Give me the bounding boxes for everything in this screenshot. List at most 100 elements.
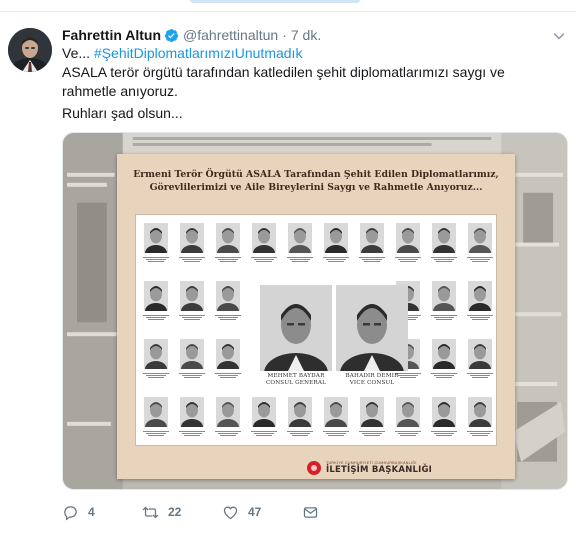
portrait-caption [213,256,243,264]
hashtag-link[interactable]: #ŞehitDiplomatlarımızıUnutmadık [94,45,303,61]
portrait-caption [177,256,207,264]
victim-portrait [180,223,204,253]
portrait-caption [393,430,423,438]
victim-portrait [252,223,276,253]
portrait-caption [213,314,243,322]
victim-portrait [288,223,312,253]
envelope-icon [303,506,318,518]
reply-button[interactable]: 4 [62,502,95,522]
featured-caption: MEHMET BAYDAR CONSUL GENERAL [256,373,336,387]
portrait-caption [249,430,279,438]
like-button[interactable]: 47 [222,502,261,522]
poster-title: Ermeni Terör Örgütü ASALA Tarafından Şeh… [125,168,507,194]
logo-title: İLETİŞİM BAŞKANLIĞI [326,465,433,475]
poster-title-line-2: Görevlilerimizi ve Aile Bireylerini Sayg… [149,182,483,193]
portrait-caption [141,430,171,438]
featured-caption: BAHADIR DEMIR VICE CONSUL [332,373,412,387]
portrait-caption [285,256,315,264]
victim-portrait [288,397,312,427]
reply-count: 4 [88,505,95,519]
tweet-text-prefix: Ve... [62,45,94,61]
portrait-caption [357,256,387,264]
retweet-count: 22 [168,505,182,519]
verified-badge-icon [164,28,179,42]
tweet-text: Ve... #ŞehitDiplomatlarımızıUnutmadık AS… [62,44,562,123]
tweet-timestamp[interactable]: 7 dk. [291,27,321,43]
presidency-emblem-icon [307,461,321,475]
previous-tweet-edge [0,0,576,12]
author-name[interactable]: Fahrettin Altun [62,27,161,43]
victim-portrait [432,339,456,369]
portrait-caption [213,430,243,438]
portrait-caption [429,314,459,322]
portrait-caption [177,372,207,380]
victim-portrait [144,281,168,311]
institution-logo: TÜRKİYE CUMHURİYETİ CUMHURBAŞKANLIĞI İLE… [307,458,432,478]
victim-portrait [468,397,492,427]
victim-portrait [432,223,456,253]
tweet-text-body: ASALA terör örgütü tarafından katledilen… [62,64,505,99]
victim-portrait [144,397,168,427]
tweet-text-closing: Ruhları şad olsun... [62,105,183,121]
direct-message-button[interactable] [302,502,319,522]
victim-portrait [468,339,492,369]
portrait-caption [141,372,171,380]
tweet-header: Fahrettin Altun @fahrettinaltun · 7 dk. [62,26,321,44]
victim-portrait [432,281,456,311]
featured-portrait [336,285,408,371]
victim-portrait [468,223,492,253]
victim-portrait [396,223,420,253]
featured-portrait [260,285,332,371]
reply-icon [64,505,77,520]
portrait-caption [141,256,171,264]
portrait-caption [321,430,351,438]
victim-portrait [144,339,168,369]
victim-portrait [324,223,348,253]
victim-portrait [252,397,276,427]
featured-role: CONSUL GENERAL [265,380,327,386]
retweet-icon [142,506,159,518]
author-handle[interactable]: @fahrettinaltun [183,27,278,43]
victim-portrait [468,281,492,311]
portrait-caption [465,430,495,438]
separator-dot: · [282,27,287,43]
portrait-caption [321,256,351,264]
poster-title-line-1: Ermeni Terör Örgütü ASALA Tarafından Şeh… [133,169,499,180]
portrait-board: MEHMET BAYDAR CONSUL GENERAL BAHADIR DEMIR… [135,214,497,446]
victim-portrait [180,397,204,427]
portrait-caption [249,256,279,264]
portrait-caption [177,314,207,322]
victim-portrait [216,281,240,311]
victim-portrait [144,223,168,253]
retweet-button[interactable]: 22 [142,502,181,522]
featured-role: VICE CONSUL [349,380,395,386]
portrait-caption [177,430,207,438]
portrait-caption [429,256,459,264]
portrait-caption [213,372,243,380]
tweet-actions: 4 22 47 [62,502,362,522]
featured-name: BAHADIR DEMIR [345,373,399,379]
tweet-image[interactable]: Ermeni Terör Örgütü ASALA Tarafından Şeh… [62,132,568,490]
victim-portrait [180,339,204,369]
portrait-caption [429,372,459,380]
tweet[interactable]: Fahrettin Altun @fahrettinaltun · 7 dk. … [0,12,576,535]
victim-portrait [216,339,240,369]
like-count: 47 [248,505,262,519]
victim-portrait [216,223,240,253]
victim-portrait [324,397,348,427]
memorial-poster: Ermeni Terör Örgütü ASALA Tarafından Şeh… [117,154,515,479]
featured-name: MEHMET BAYDAR [267,373,325,379]
portrait-caption [465,256,495,264]
victim-portrait [360,397,384,427]
victim-portrait [180,281,204,311]
chevron-down-icon[interactable] [553,30,565,42]
victim-portrait [216,397,240,427]
heart-icon [223,506,238,519]
victim-portrait [396,397,420,427]
portrait-caption [285,430,315,438]
previous-tweet-accent [190,0,360,3]
portrait-caption [357,430,387,438]
portrait-caption [141,314,171,322]
victim-portrait [360,223,384,253]
author-avatar[interactable] [8,28,52,72]
